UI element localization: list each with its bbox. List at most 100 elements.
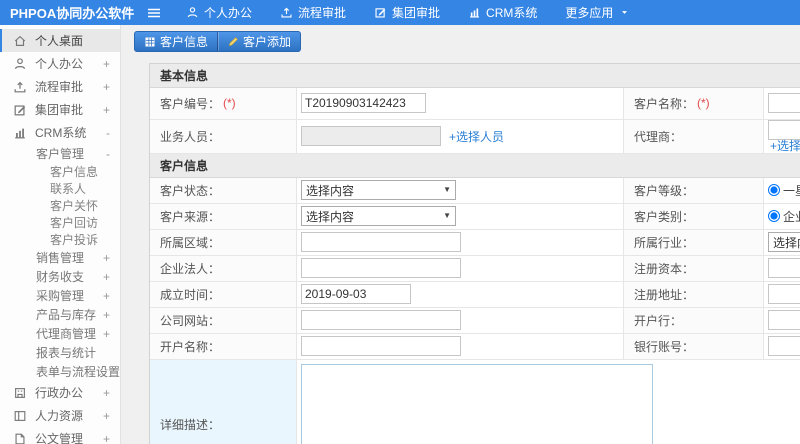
sidebar-item-agent-management[interactable]: 代理商管理 + <box>0 324 120 343</box>
sidebar-item-product-inventory[interactable]: 产品与库存 + <box>0 305 120 324</box>
sidebar-item-form-flow-settings[interactable]: 表单与流程设置+ <box>0 362 120 381</box>
field-label-customer-status: 客户状态： <box>150 177 297 203</box>
tab-customer-info[interactable]: 客户信息 <box>135 32 217 51</box>
customer-category-radio-input[interactable] <box>768 210 780 222</box>
collapse-minus-icon[interactable]: - <box>106 126 110 140</box>
expand-plus-icon[interactable]: + <box>103 289 110 303</box>
field-registered-capital <box>768 258 800 278</box>
topbar-item-crm-system[interactable]: CRM系统 <box>468 4 537 21</box>
sidebar-item-finance[interactable]: 财务收支 + <box>0 267 120 286</box>
sidebar-item-group-approval[interactable]: 集团审批 + <box>0 98 120 121</box>
sidebar-item-human-resources[interactable]: 人力资源 + <box>0 404 120 427</box>
field-cell-registered-capital <box>764 255 800 281</box>
label-text: 所属区域： <box>160 235 221 250</box>
agent-input[interactable] <box>768 119 800 140</box>
sidebar-item-admin-office[interactable]: 行政办公 + <box>0 381 120 404</box>
sidebar-item-customer-info[interactable]: 客户信息 <box>0 163 120 180</box>
sales-person-picker-link[interactable]: +选择人员 <box>449 128 504 145</box>
sidebar: 个人桌面 个人办公 + 流程审批 + 集团审批 + CRM系统 - 客户管理 - 客户信息 联系人 客户关… <box>0 25 121 444</box>
field-label-bank: 开户行： <box>624 307 764 333</box>
label-text: 客户等级： <box>634 183 695 198</box>
field-agent: +选择代理商 <box>768 119 800 153</box>
form-row: 企业法人： 注册资本： <box>150 255 800 282</box>
sidebar-item-customer-complaint[interactable]: 客户投诉 <box>0 231 120 248</box>
field-customer-category: 企业客户 <box>768 208 800 225</box>
topbar-item-group-approval[interactable]: 集团审批 <box>374 4 440 21</box>
sales-person-input[interactable] <box>301 126 441 146</box>
topbar-item-personal-office[interactable]: 个人办公 <box>186 4 252 21</box>
sidebar-item-customer-care[interactable]: 客户关怀 <box>0 197 120 214</box>
sidebar-item-label: 产品与库存 <box>36 308 97 322</box>
expand-plus-icon[interactable]: + <box>103 386 110 400</box>
expand-plus-icon[interactable]: + <box>103 432 110 444</box>
description-textarea[interactable] <box>301 363 653 444</box>
customer-source-select[interactable]: 选择内容 ▼ <box>301 206 456 226</box>
field-label-agent: 代理商： <box>624 119 764 153</box>
founded-date-input[interactable] <box>301 284 411 304</box>
agent-picker-link[interactable]: +选择代理商 <box>770 139 800 153</box>
customer-status-select[interactable]: 选择内容 ▼ <box>301 180 456 200</box>
customer-category-radio-0[interactable]: 企业客户 <box>768 208 800 225</box>
sidebar-item-sales-management[interactable]: 销售管理 + <box>0 248 120 267</box>
sidebar-item-contacts[interactable]: 联系人 <box>0 180 120 197</box>
legal-person-input[interactable] <box>301 258 461 278</box>
topbar-item-label: 更多应用 <box>565 6 614 20</box>
expand-plus-icon[interactable]: + <box>103 80 110 94</box>
industry-select[interactable]: 选择内容▼ <box>768 232 800 252</box>
hamburger-menu-icon[interactable] <box>146 5 162 21</box>
field-label-website: 公司网站： <box>150 307 297 333</box>
expand-plus-icon[interactable]: + <box>103 270 110 284</box>
building-icon <box>13 386 27 400</box>
sidebar-item-customer-visit[interactable]: 客户回访 <box>0 214 120 231</box>
label-text: 代理商： <box>634 129 683 144</box>
customer-code-input[interactable] <box>301 93 426 113</box>
label-text: 客户来源： <box>160 209 221 224</box>
field-customer-code <box>301 93 426 113</box>
sidebar-item-document-management[interactable]: 公文管理 + <box>0 427 120 444</box>
sidebar-item-personal-desktop[interactable]: 个人桌面 <box>0 29 120 52</box>
expand-plus-icon[interactable]: + <box>103 409 110 423</box>
form-row: 公司网站： 开户行： <box>150 307 800 334</box>
customer-level-radio-input[interactable] <box>768 184 780 196</box>
expand-plus-icon[interactable]: + <box>103 308 110 322</box>
field-cell-description <box>297 359 800 444</box>
sidebar-item-process-approval[interactable]: 流程审批 + <box>0 75 120 98</box>
sidebar-item-crm-system[interactable]: CRM系统 - <box>0 121 120 144</box>
topbar-item-process-approval[interactable]: 流程审批 <box>280 4 346 21</box>
sidebar-item-label: 代理商管理 <box>36 327 97 341</box>
sidebar-item-label: 公文管理 <box>35 432 84 444</box>
select-value: 选择内容 <box>306 183 355 198</box>
account-name-input[interactable] <box>301 336 461 356</box>
collapse-minus-icon[interactable]: - <box>106 147 110 161</box>
expand-plus-icon[interactable]: + <box>103 327 110 341</box>
bank-account-input[interactable] <box>768 336 800 356</box>
registered-address-input[interactable] <box>768 284 800 304</box>
field-cell-customer-name <box>764 87 800 119</box>
expand-plus-icon[interactable]: + <box>103 103 110 117</box>
topbar-item-more-apps[interactable]: 更多应用 <box>565 4 629 21</box>
tab-customer-add[interactable]: 客户添加 <box>217 32 300 51</box>
website-input[interactable] <box>301 310 461 330</box>
expand-plus-icon[interactable]: + <box>103 251 110 265</box>
bank-input[interactable] <box>768 310 800 330</box>
sidebar-item-customer-management[interactable]: 客户管理 - <box>0 144 120 163</box>
label-text: 开户行： <box>634 313 683 328</box>
expand-plus-icon[interactable]: + <box>103 57 110 71</box>
field-label-account-name: 开户名称： <box>150 333 297 359</box>
form-row: 业务人员： +选择人员 代理商： +选择代理商 <box>150 119 800 154</box>
sidebar-item-personal-office[interactable]: 个人办公 + <box>0 52 120 75</box>
sidebar-item-label: 客户管理 <box>36 147 85 161</box>
customer-level-radio-0[interactable]: 一星 <box>768 182 800 199</box>
customer-name-input[interactable] <box>768 93 800 113</box>
field-label-customer-name: 客户名称： (*) <box>624 87 764 119</box>
sidebar-item-reports-statistics[interactable]: 报表与统计 <box>0 343 120 362</box>
field-label-customer-level: 客户等级： <box>624 177 764 203</box>
sidebar-item-purchasing[interactable]: 采购管理 + <box>0 286 120 305</box>
field-sales-person: +选择人员 <box>301 126 504 146</box>
registered-capital-input[interactable] <box>768 258 800 278</box>
sidebar-item-label: 流程审批 <box>35 80 84 94</box>
label-text: 详细描述： <box>160 417 221 432</box>
form-row: 成立时间： 注册地址： <box>150 281 800 308</box>
label-text: 开户名称： <box>160 339 221 354</box>
region-input[interactable] <box>301 232 461 252</box>
